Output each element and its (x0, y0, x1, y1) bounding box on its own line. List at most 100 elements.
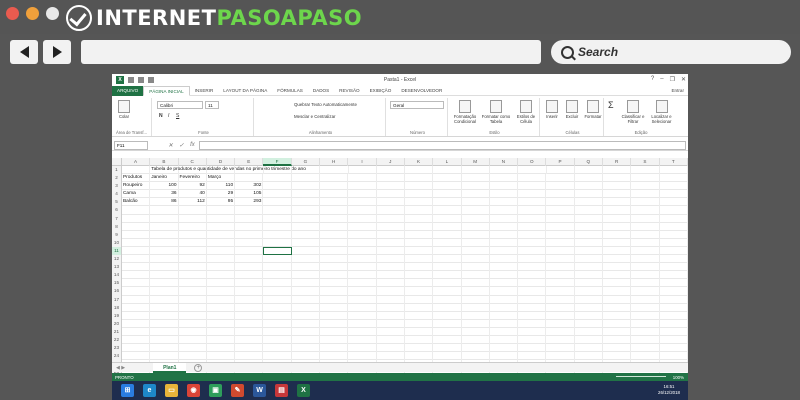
grid-cell[interactable] (603, 222, 632, 231)
grid-cell[interactable]: Março (207, 174, 236, 183)
grid-cell[interactable] (264, 166, 292, 175)
chrome-icon[interactable]: ◉ (187, 384, 200, 397)
grid-cell[interactable] (320, 352, 349, 361)
grid-cell[interactable] (235, 271, 264, 280)
row-header[interactable]: 9 (112, 230, 122, 239)
grid-cell[interactable] (490, 182, 519, 191)
column-header[interactable]: D (207, 158, 236, 166)
grid-cell[interactable] (660, 238, 688, 247)
grid-cell[interactable] (603, 214, 632, 223)
pdf-icon[interactable]: ▤ (275, 384, 288, 397)
grid-cell[interactable] (292, 303, 321, 312)
grid-cell[interactable] (631, 190, 660, 199)
grid-cell[interactable] (207, 206, 236, 215)
grid-cell[interactable] (518, 174, 547, 183)
system-clock[interactable]: 16:51 26/12/2018 (658, 384, 680, 396)
grid-cell[interactable] (603, 327, 632, 336)
row-header[interactable]: 2 (112, 174, 122, 183)
grid-cell[interactable] (179, 246, 207, 256)
grid-cell[interactable]: 40 (179, 190, 207, 199)
grid-cell[interactable] (292, 246, 321, 256)
grid-cell[interactable] (405, 190, 434, 199)
grid-cell[interactable] (150, 311, 179, 320)
grid-cell[interactable] (377, 271, 405, 280)
grid-cell[interactable] (235, 303, 264, 312)
row-header[interactable]: 19 (112, 311, 122, 320)
grid-cell[interactable]: Balcão (122, 198, 151, 207)
add-sheet-button[interactable]: + (194, 363, 203, 372)
grid-cell[interactable] (150, 246, 179, 256)
row-header[interactable]: 6 (112, 206, 122, 215)
grid-cell[interactable] (405, 327, 434, 336)
grid-cell[interactable] (179, 327, 207, 336)
zoom-slider[interactable] (616, 376, 666, 377)
grid-cell[interactable] (292, 279, 321, 288)
grid-cell[interactable] (575, 311, 603, 320)
grid-cell[interactable] (348, 271, 377, 280)
grid-cell[interactable] (490, 271, 519, 280)
grid-cell[interactable] (405, 287, 434, 296)
grid-cell[interactable] (490, 263, 519, 272)
grid-cell[interactable] (348, 206, 377, 215)
grid-cell[interactable] (150, 287, 179, 296)
grid-cell[interactable] (575, 287, 603, 296)
grid-cell[interactable] (150, 206, 179, 215)
column-header[interactable]: C (179, 158, 207, 166)
grid-cell[interactable] (660, 335, 688, 345)
grid-cell[interactable] (179, 238, 207, 247)
grid-cell[interactable] (575, 190, 603, 199)
grid-cell[interactable]: 29 (207, 190, 236, 199)
grid-cell[interactable] (462, 319, 490, 328)
grid-cell[interactable] (433, 311, 462, 320)
grid-cell[interactable] (660, 352, 688, 361)
grid-cell[interactable] (377, 287, 405, 296)
grid-cell[interactable] (377, 311, 405, 320)
grid-cell[interactable] (518, 327, 547, 336)
column-header[interactable]: P (546, 158, 575, 166)
grid-cell[interactable] (518, 271, 547, 280)
row-header[interactable]: 3 (112, 182, 122, 191)
grid-cell[interactable] (179, 352, 207, 361)
grid-cell[interactable] (433, 246, 462, 256)
grid-cell[interactable] (518, 303, 547, 312)
grid-cell[interactable] (179, 230, 207, 239)
grid-cell[interactable] (207, 303, 236, 312)
grid-cell[interactable] (462, 279, 490, 288)
grid-cell[interactable] (348, 230, 377, 239)
grid-cell[interactable] (235, 222, 264, 231)
row-header[interactable]: 4 (112, 190, 122, 199)
tab-formulas[interactable]: FÓRMULAS (272, 86, 308, 96)
grid-cell[interactable] (150, 271, 179, 280)
grid-cell[interactable] (348, 311, 377, 320)
word-icon[interactable]: W (253, 384, 266, 397)
grid-cell[interactable] (377, 344, 405, 353)
column-header[interactable]: B (150, 158, 179, 166)
grid-cell[interactable] (263, 230, 292, 239)
grid-cell[interactable] (122, 287, 151, 296)
grid-cell[interactable] (518, 198, 547, 207)
grid-cell[interactable] (603, 230, 632, 239)
grid-cell[interactable] (490, 174, 519, 183)
grid-cell[interactable] (150, 214, 179, 223)
grid-cell[interactable] (660, 327, 688, 336)
grid-cell[interactable] (603, 166, 632, 175)
grid-cell[interactable] (546, 246, 575, 256)
grid-cell[interactable] (179, 271, 207, 280)
grid-cell[interactable] (150, 255, 179, 264)
grid-cell[interactable] (603, 206, 632, 215)
column-header[interactable]: H (320, 158, 349, 166)
grid-cell[interactable] (518, 166, 547, 175)
grid-cell[interactable] (377, 222, 405, 231)
grid-cell[interactable] (263, 182, 292, 191)
grid-cell[interactable] (235, 319, 264, 328)
grid-cell[interactable] (603, 182, 632, 191)
wrap-text-button[interactable]: Quebrar Texto Automaticamente (294, 102, 357, 107)
grid-cell[interactable] (546, 206, 575, 215)
grid-cell[interactable] (462, 327, 490, 336)
grid-cell[interactable] (518, 182, 547, 191)
grid-cell[interactable] (433, 198, 462, 207)
grid-cell[interactable] (546, 238, 575, 247)
grid-cell[interactable] (462, 190, 490, 199)
zoom-level[interactable]: 100% (673, 375, 684, 380)
grid-cell[interactable] (405, 311, 434, 320)
